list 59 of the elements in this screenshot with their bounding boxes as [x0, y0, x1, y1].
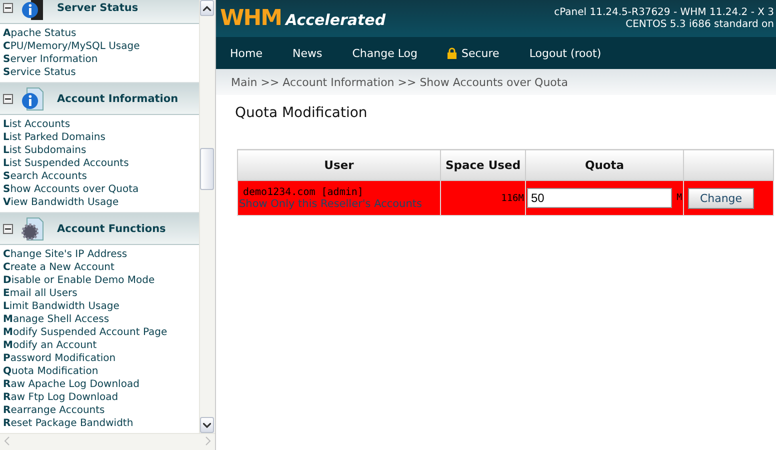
logo-subtitle: Accelerated — [286, 11, 386, 29]
sidebar-link[interactable]: Change Site's IP Address — [3, 248, 200, 261]
sidebar-link[interactable]: List Subdomains — [3, 144, 200, 157]
sidebar-link[interactable]: Modify an Account — [3, 339, 200, 352]
sidebar-link[interactable]: Server Information — [3, 53, 200, 66]
sidebar-link[interactable]: Limit Bandwidth Usage — [3, 300, 200, 313]
server-info-icon — [19, 0, 45, 20]
column-header: User — [238, 150, 440, 180]
sidebar-link[interactable]: Raw Apache Log Download — [3, 378, 200, 391]
sidebar-link[interactable]: Email all Users — [3, 287, 200, 300]
sidebar-link[interactable]: Rearrange Accounts — [3, 404, 200, 417]
unit-text: M — [676, 193, 682, 203]
change-button[interactable]: Change — [688, 188, 754, 208]
sidebar-link[interactable]: Search Accounts — [3, 170, 200, 183]
sidebar-link[interactable]: Raw Ftp Log Download — [3, 391, 200, 404]
breadcrumb: Main >> Account Information >> Show Accounts over Quota — [216, 69, 776, 95]
sidebar-link[interactable]: List Suspended Accounts — [3, 157, 200, 170]
section-title: Account Information — [57, 92, 178, 104]
space-used: 116M — [500, 192, 524, 204]
vertical-scrollbar[interactable] — [199, 0, 215, 434]
column-header: Quota — [526, 150, 684, 180]
version-text: cPanel 11.24.5-R37629 - WHM 11.24.2 - X 3 — [554, 6, 774, 18]
collapse-icon[interactable] — [3, 224, 13, 234]
section-header[interactable]: Account Functions — [0, 212, 200, 245]
sidebar-link[interactable]: Show Accounts over Quota — [3, 183, 200, 196]
collapse-icon[interactable] — [3, 94, 13, 104]
nav-link[interactable]: News — [292, 46, 322, 60]
sidebar-link[interactable]: Password Modification — [3, 352, 200, 365]
scroll-thumb[interactable] — [200, 148, 214, 190]
sidebar-link[interactable]: Quota Modification — [3, 365, 200, 378]
sidebar-link[interactable]: Apache Status — [3, 27, 200, 40]
logo-text: WHM — [220, 6, 282, 31]
quota-input[interactable]: 50 — [527, 188, 672, 208]
section-header[interactable]: Account Information — [0, 82, 200, 115]
sidebar-link[interactable]: CPU/Memory/MySQL Usage — [3, 40, 200, 53]
lock-icon — [447, 47, 458, 59]
column-header: Space Used — [440, 150, 526, 180]
nav-link[interactable]: Home — [230, 46, 262, 60]
sidebar-link[interactable]: List Accounts — [3, 118, 200, 131]
user-name: demo1234.com [admin] — [242, 186, 364, 198]
section-title: Account Functions — [57, 222, 166, 234]
sidebar-link[interactable]: Modify Suspended Account Page — [3, 326, 200, 339]
nav-link[interactable]: Secure — [447, 46, 500, 60]
nav-link[interactable]: Change Log — [352, 46, 418, 60]
gear-document-icon — [19, 216, 45, 242]
sidebar-link[interactable]: Create a New Account — [3, 261, 200, 274]
section-title: Server Status — [57, 2, 138, 14]
collapse-icon[interactable] — [3, 2, 13, 12]
sidebar-link[interactable]: Manage Shell Access — [3, 313, 200, 326]
section-header[interactable]: Server Status — [0, 0, 200, 24]
sidebar-link[interactable]: Reset Package Bandwidth — [3, 417, 200, 430]
page-title: Quota Modification — [235, 105, 368, 121]
sidebar-link[interactable]: Service Status — [3, 66, 200, 79]
info-document-icon — [19, 86, 45, 112]
nav-link[interactable]: Logout (root) — [529, 46, 602, 60]
sidebar-link[interactable]: View Bandwidth Usage — [3, 196, 200, 209]
sidebar-link[interactable]: Disable or Enable Demo Mode — [3, 274, 200, 287]
version-text: CENTOS 5.3 i686 standard on — [626, 18, 774, 30]
sidebar-link[interactable]: List Parked Domains — [3, 131, 200, 144]
